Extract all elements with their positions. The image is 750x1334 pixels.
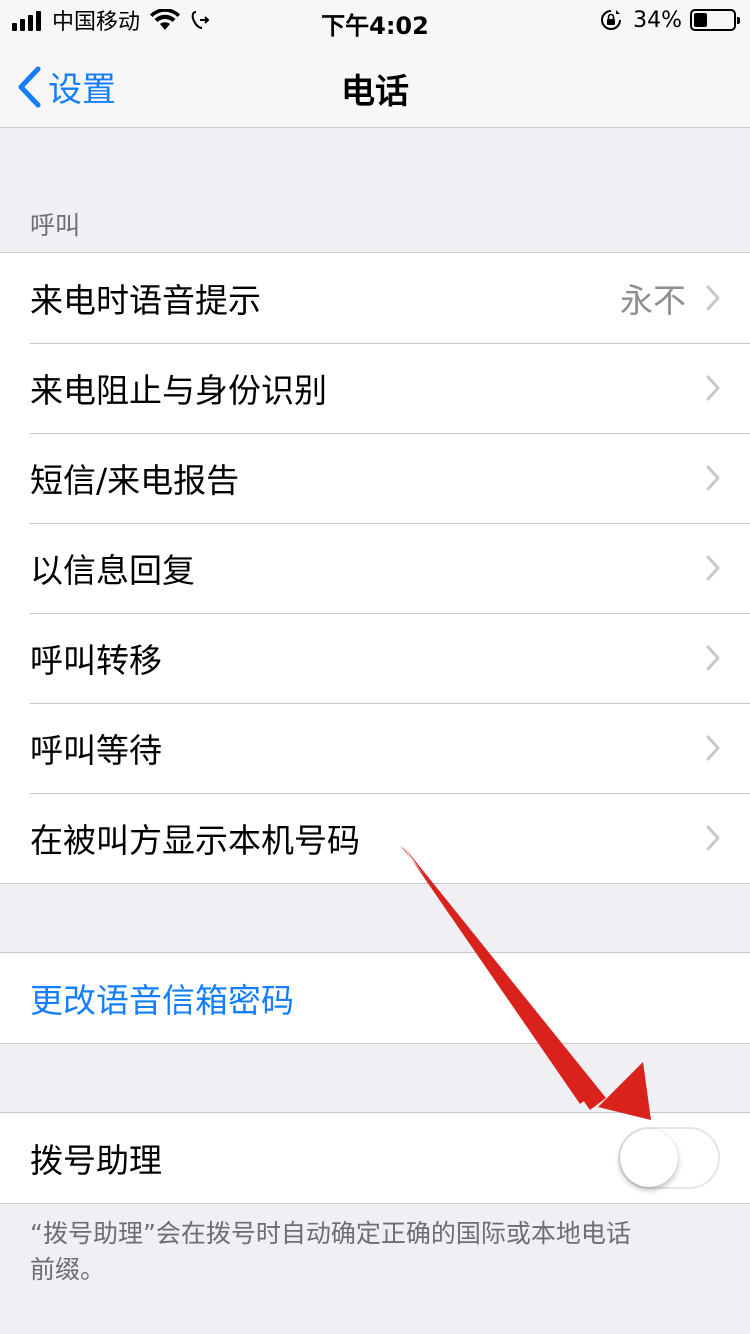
page-title: 电话	[341, 72, 409, 112]
row-respond-with-text[interactable]: 以信息回复	[0, 523, 750, 613]
dial-assist-toggle[interactable]	[618, 1127, 720, 1189]
chevron-right-icon	[706, 555, 720, 581]
navigation-bar: 设置 电话	[0, 40, 750, 128]
row-sms-call-reporting[interactable]: 短信/来电报告	[0, 433, 750, 523]
row-announce-calls[interactable]: 来电时语音提示 永不	[0, 253, 750, 343]
row-call-blocking[interactable]: 来电阻止与身份识别	[0, 343, 750, 433]
row-call-waiting[interactable]: 呼叫等待	[0, 703, 750, 793]
dial-assist-footer-note: “拨号助理”会在拨号时自动确定正确的国际或本地电话前缀。	[30, 1219, 631, 1284]
battery-fill	[694, 13, 707, 27]
battery-icon	[690, 9, 740, 31]
status-bar: 中国移动 下午4:02 34%	[0, 0, 750, 40]
chevron-right-icon	[706, 465, 720, 491]
change-voicemail-password-label: 更改语音信箱密码	[30, 981, 294, 1020]
toggle-knob	[620, 1129, 678, 1187]
row-detail-value: 永不	[620, 281, 686, 320]
chevron-right-icon	[706, 645, 720, 671]
dial-assist-label: 拨号助理	[30, 1141, 162, 1180]
voicemail-group: 更改语音信箱密码	[0, 952, 750, 1044]
orientation-lock-icon	[601, 10, 622, 30]
row-show-caller-id[interactable]: 在被叫方显示本机号码	[0, 793, 750, 883]
row-label: 呼叫转移	[30, 641, 162, 680]
chevron-right-icon	[706, 735, 720, 761]
row-label: 在被叫方显示本机号码	[30, 821, 360, 860]
chevron-right-icon	[706, 825, 720, 851]
row-label: 来电阻止与身份识别	[30, 371, 327, 410]
row-dial-assist: 拨号助理	[0, 1113, 750, 1203]
row-label: 呼叫等待	[30, 731, 162, 770]
change-voicemail-password-button[interactable]: 更改语音信箱密码	[0, 953, 750, 1043]
chevron-right-icon	[706, 375, 720, 401]
status-right: 34%	[599, 6, 740, 34]
section-header-calls: 呼叫	[30, 211, 81, 240]
row-label: 以信息回复	[30, 551, 195, 590]
row-label: 短信/来电报告	[30, 461, 240, 500]
dial-assist-group: 拨号助理	[0, 1112, 750, 1204]
row-label: 来电时语音提示	[30, 281, 261, 320]
calls-settings-group: 来电时语音提示 永不 来电阻止与身份识别 短信/来电报告 以信息回复 呼叫转移 …	[0, 252, 750, 884]
row-call-forwarding[interactable]: 呼叫转移	[0, 613, 750, 703]
chevron-right-icon	[706, 285, 720, 311]
battery-percentage: 34%	[633, 7, 682, 33]
